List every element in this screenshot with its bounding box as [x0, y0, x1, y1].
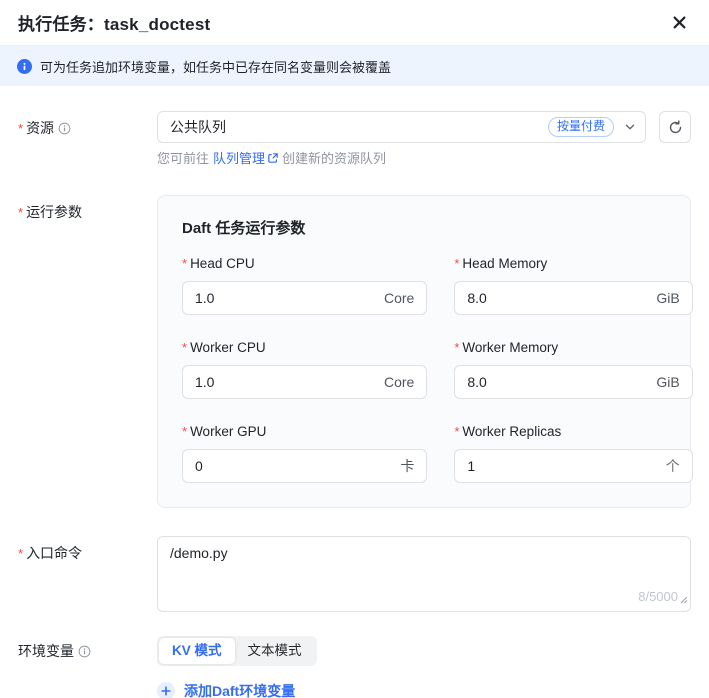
run-params-label: * 运行参数 [18, 204, 83, 220]
worker-cpu-input[interactable] [195, 374, 376, 390]
chevron-down-icon [624, 121, 636, 133]
head-cpu-input-box: Core [182, 281, 428, 315]
dialog-header: 执行任务：task_doctest [0, 0, 709, 46]
env-vars-label: 环境变量 [18, 636, 157, 698]
resource-queue-select[interactable]: 公共队列 按量付费 [157, 111, 646, 143]
env-mode-segmented-control: KV 模式 文本模式 [157, 636, 317, 666]
required-asterisk: * [454, 340, 460, 355]
worker-memory-input[interactable] [467, 374, 649, 390]
card-title: Daft 任务运行参数 [182, 220, 306, 237]
close-icon [672, 16, 686, 29]
required-asterisk: * [454, 424, 460, 439]
unit-label: 卡 [400, 458, 415, 474]
info-filled-icon [17, 58, 32, 74]
env-vars-row: 环境变量 KV 模式 文本模式 添加Daft环境变量 [18, 636, 691, 698]
resource-helper-text: 您可前往 队列管理 创建新的资源队列 [157, 148, 691, 167]
required-asterisk: * [182, 256, 188, 271]
add-env-var-button[interactable]: 添加Daft环境变量 [157, 681, 691, 698]
worker-replicas-input-box: 个 [454, 449, 693, 483]
unit-label: 个 [665, 458, 680, 474]
unit-label: GiB [656, 374, 680, 390]
required-asterisk: * [182, 424, 188, 439]
billing-tag: 按量付费 [547, 117, 614, 137]
field-head-memory: *Head Memory GiB [454, 255, 693, 315]
field-worker-memory: *Worker Memory GiB [454, 339, 693, 399]
plus-icon [157, 682, 175, 698]
dialog-title: 执行任务：task_doctest [18, 15, 211, 34]
required-asterisk: * [18, 546, 24, 561]
field-head-cpu: *Head CPU Core [182, 255, 428, 315]
banner-text: 可为任务追加环境变量，如任务中已存在同名变量则会被覆盖 [40, 59, 392, 75]
worker-memory-input-box: GiB [454, 365, 693, 399]
resize-handle-icon[interactable] [679, 591, 688, 609]
head-memory-input[interactable] [467, 290, 649, 306]
task-form: * 资源 公共队列 按量付费 您可前往 队列管理 创建新的资源队列 * 运行参数… [0, 86, 709, 698]
field-worker-replicas: *Worker Replicas 个 [454, 423, 693, 483]
required-asterisk: * [454, 256, 460, 271]
head-memory-input-box: GiB [454, 281, 693, 315]
entry-command-box: /demo.py 8/5000 [157, 536, 691, 612]
mode-text-button[interactable]: 文本模式 [235, 638, 315, 664]
resource-row: * 资源 公共队列 按量付费 您可前往 队列管理 创建新的资源队列 [18, 111, 691, 167]
resource-label: * 资源 [18, 111, 157, 167]
field-worker-gpu: *Worker GPU 卡 [182, 423, 428, 483]
required-asterisk: * [18, 121, 24, 136]
entry-command-label: * 入口命令 [18, 545, 83, 561]
required-asterisk: * [18, 205, 24, 220]
worker-replicas-input[interactable] [467, 458, 658, 474]
field-worker-cpu: *Worker CPU Core [182, 339, 428, 399]
run-params-row: *运行参数 Daft 任务运行参数 *Head CPU Core *Head M… [18, 195, 693, 508]
entry-command-row: * 入口命令 /demo.py 8/5000 [18, 536, 691, 612]
close-button[interactable] [667, 11, 691, 35]
worker-gpu-input-box: 卡 [182, 449, 428, 483]
refresh-button[interactable] [659, 111, 691, 143]
info-circle-icon[interactable] [58, 120, 71, 140]
unit-label: Core [384, 290, 415, 306]
entry-command-textarea[interactable]: /demo.py [158, 537, 690, 611]
external-link-icon [267, 152, 279, 164]
unit-label: Core [384, 374, 415, 390]
daft-params-card: Daft 任务运行参数 *Head CPU Core *Head Memory [157, 195, 693, 508]
head-cpu-input[interactable] [195, 290, 376, 306]
add-env-var-label: 添加Daft环境变量 [184, 683, 296, 698]
required-asterisk: * [182, 340, 188, 355]
worker-gpu-input[interactable] [195, 458, 393, 474]
mode-kv-button[interactable]: KV 模式 [159, 638, 235, 664]
refresh-icon [669, 119, 681, 133]
info-circle-icon[interactable] [78, 643, 91, 663]
selected-queue: 公共队列 [170, 119, 226, 135]
queue-manage-link[interactable]: 队列管理 [213, 148, 279, 167]
worker-cpu-input-box: Core [182, 365, 428, 399]
info-banner: 可为任务追加环境变量，如任务中已存在同名变量则会被覆盖 [0, 46, 709, 86]
unit-label: GiB [656, 290, 680, 306]
